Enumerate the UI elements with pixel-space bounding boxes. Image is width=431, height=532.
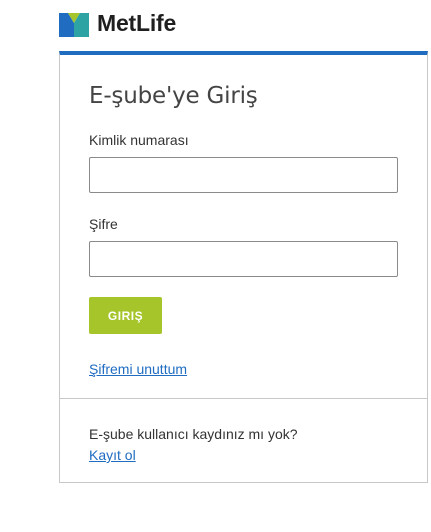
- metlife-logo-icon: [59, 13, 89, 37]
- logo-wordmark: MetLife: [97, 9, 177, 36]
- login-button[interactable]: GIRIŞ: [89, 297, 162, 334]
- page-title: E-şube'ye Giriş: [89, 83, 258, 109]
- login-card: E-şube'ye Giriş Kimlik numarası Şifre GI…: [59, 51, 428, 483]
- register-link[interactable]: Kayıt ol: [89, 447, 136, 463]
- forgot-password-link[interactable]: Şifremi unuttum: [89, 361, 187, 377]
- password-label: Şifre: [89, 216, 118, 232]
- password-input[interactable]: [89, 241, 398, 277]
- metlife-logo[interactable]: MetLife: [59, 8, 176, 38]
- id-number-input[interactable]: [89, 157, 398, 193]
- register-prompt: E-şube kullanıcı kaydınız mı yok?: [89, 426, 298, 442]
- id-number-label: Kimlik numarası: [89, 132, 189, 148]
- card-divider: [60, 398, 427, 399]
